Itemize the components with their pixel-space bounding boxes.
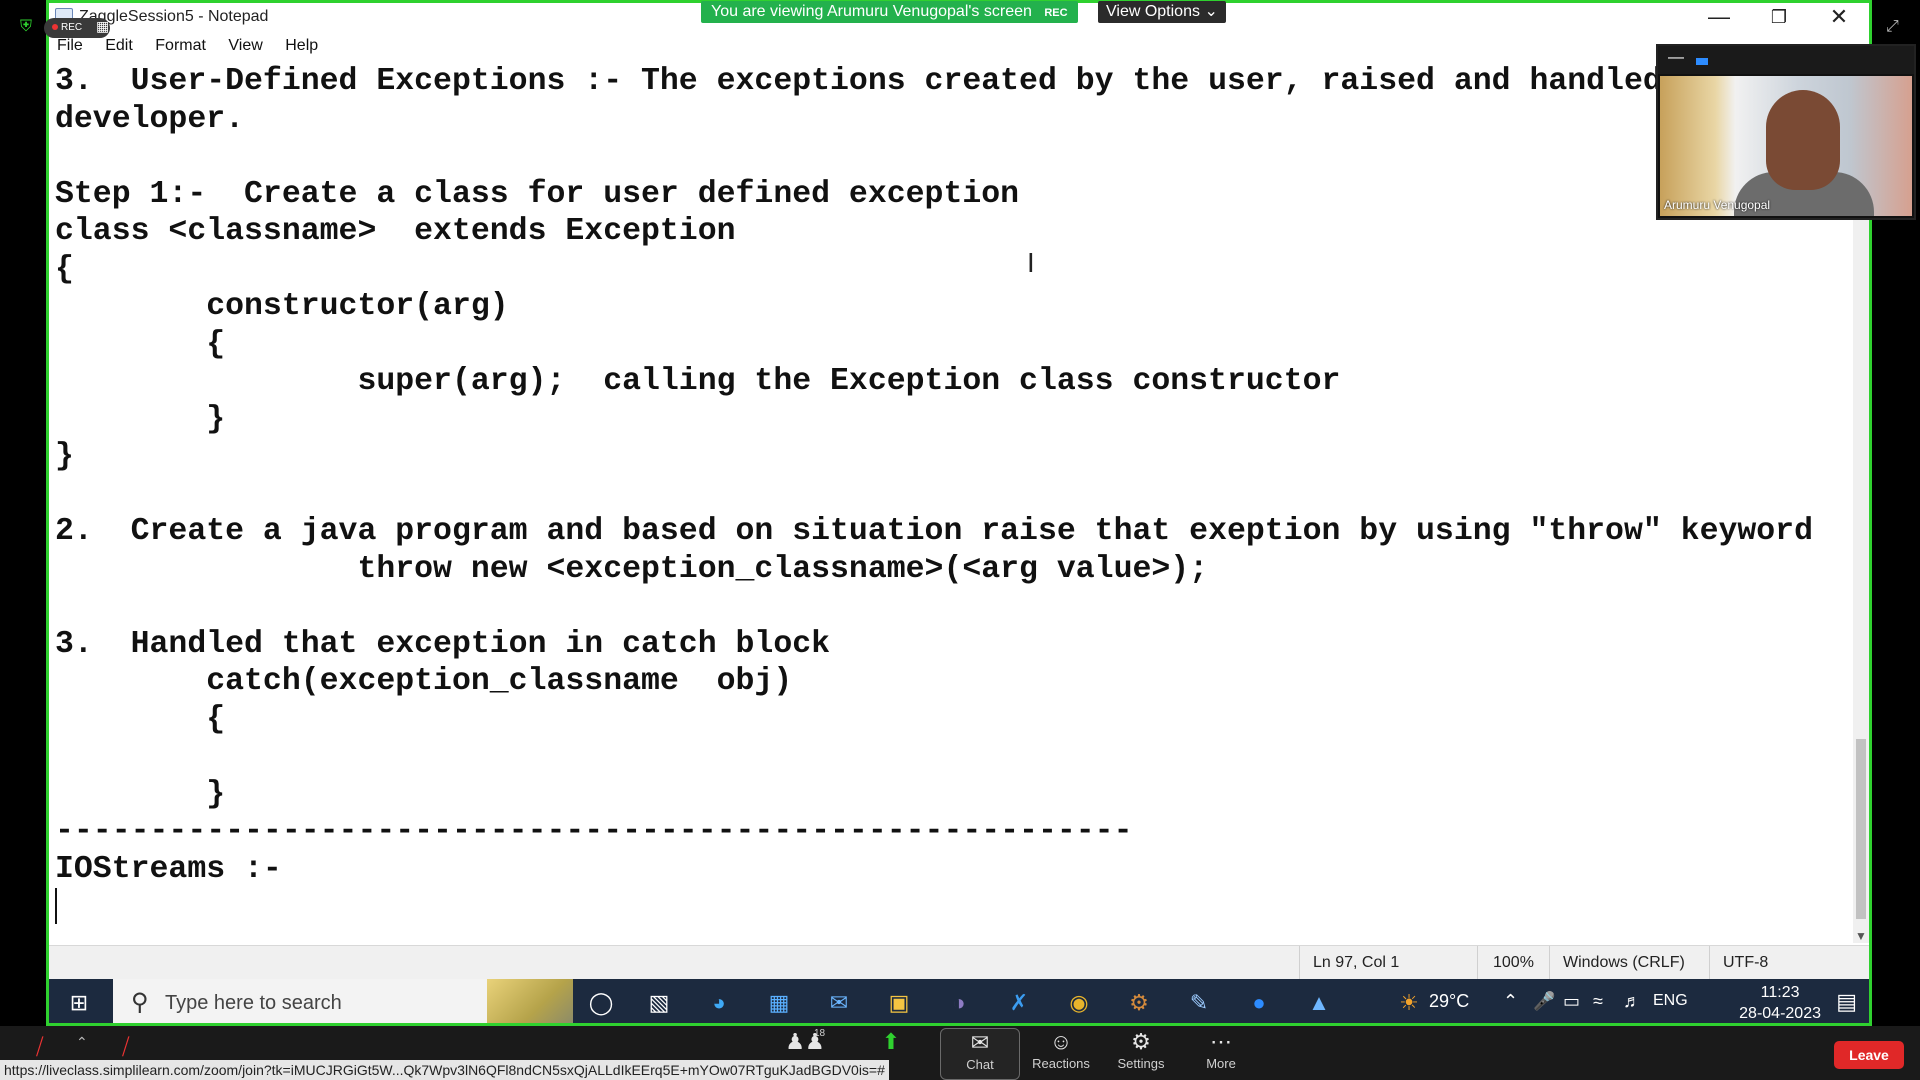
editor-text: 3. User-Defined Exceptions :- The except… [55, 64, 1813, 887]
search-highlight-image [487, 979, 573, 1023]
volume-icon[interactable]: ♬ [1623, 991, 1641, 1023]
clock-date: 28-04-2023 [1739, 1005, 1821, 1022]
minimize-video-icon[interactable]: — [1668, 49, 1684, 67]
video-person-head [1766, 90, 1840, 190]
windows-start-icon[interactable]: ⊞ [63, 987, 95, 1019]
mail-icon[interactable]: ✉ [823, 987, 855, 1019]
video-view-icon[interactable] [1696, 58, 1708, 65]
minimize-button[interactable]: — [1689, 3, 1749, 33]
shared-screen: ZaggleSession5 - Notepad — ❐ ✕ File Edit… [46, 0, 1872, 1026]
menu-format[interactable]: Format [155, 37, 206, 55]
taskbar-search[interactable]: ⚲ Type here to search [113, 979, 573, 1023]
settings-button[interactable]: ⚙ Settings [1106, 1028, 1176, 1078]
shield-icon: ⛨ [20, 18, 33, 35]
text-caret [55, 888, 57, 924]
status-position: Ln 97, Col 1 [1313, 954, 1400, 971]
language-indicator[interactable]: ENG [1653, 992, 1688, 1023]
microphone-icon[interactable]: 🎤 [1533, 991, 1555, 1023]
cortana-icon[interactable]: ◯ [585, 987, 617, 1019]
status-encoding: UTF-8 [1723, 954, 1769, 971]
more-icon: ⋯ [1210, 1029, 1232, 1054]
scroll-down-icon[interactable]: ▼ [1855, 929, 1867, 943]
status-line-ending: Windows (CRLF) [1563, 954, 1685, 971]
notepad-taskbar-icon[interactable]: ✎ [1183, 987, 1215, 1019]
search-icon: ⚲ [131, 989, 149, 1016]
leave-button[interactable]: Leave [1834, 1041, 1904, 1069]
notepad-statusbar: Ln 97, Col 1 100% Windows (CRLF) UTF-8 [49, 945, 1869, 980]
app-icon[interactable]: ⚙ [1123, 987, 1155, 1019]
view-options-label: View Options [1106, 3, 1200, 20]
participant-video[interactable]: — Arumuru Venugopal [1656, 44, 1916, 220]
viewing-text: You are viewing Arumuru Venugopal's scre… [711, 3, 1032, 20]
video-feed: Arumuru Venugopal [1660, 76, 1912, 216]
participant-name: Arumuru Venugopal [1664, 198, 1771, 212]
menu-edit[interactable]: Edit [105, 37, 133, 55]
audio-options-icon[interactable]: ⌃ [76, 1034, 88, 1051]
video-toolbar: — [1658, 46, 1914, 74]
notepad-menubar: File Edit Format View Help [49, 33, 1869, 59]
file-explorer-icon[interactable]: ▣ [883, 987, 915, 1019]
menu-help[interactable]: Help [285, 37, 318, 55]
taskbar-clock[interactable]: 11:23 28-04-2023 [1739, 982, 1821, 1023]
menu-view[interactable]: View [228, 37, 262, 55]
chrome-icon[interactable]: ◉ [1063, 987, 1095, 1019]
more-button[interactable]: ⋯ More [1186, 1028, 1256, 1078]
participants-icon: ♟♟ [785, 1029, 825, 1054]
notifications-icon[interactable]: ▤ [1836, 989, 1857, 1023]
chat-label: Chat [966, 1057, 994, 1072]
mic-muted-icon[interactable]: ⧸ [36, 1034, 43, 1060]
view-options-button[interactable]: View Options ⌄ [1098, 1, 1226, 23]
status-zoom: 100% [1493, 954, 1534, 971]
share-screen-icon: ⬆ [881, 1029, 901, 1054]
chevron-down-icon: ⌄ [1204, 3, 1218, 20]
reactions-button[interactable]: ☺ Reactions [1026, 1028, 1096, 1078]
vscode-icon[interactable]: ✗ [1003, 987, 1035, 1019]
task-view-icon[interactable]: ▧ [643, 987, 675, 1019]
grid-view-icon[interactable]: ▦ [96, 18, 114, 36]
more-label: More [1206, 1056, 1236, 1071]
restore-button[interactable]: ❐ [1749, 3, 1809, 33]
banner-rec-label: REC [1044, 7, 1068, 19]
chat-button[interactable]: ✉ Chat [940, 1028, 1020, 1080]
chevron-up-icon[interactable]: ⌃ [1503, 991, 1518, 1023]
reactions-label: Reactions [1032, 1056, 1090, 1071]
photos-icon[interactable]: ▲ [1303, 987, 1335, 1019]
screen-share-banner: You are viewing Arumuru Venugopal's scre… [701, 1, 1078, 23]
exit-fullscreen-icon[interactable]: ⤢ [1886, 18, 1899, 36]
windows-taskbar: ⊞ ⚲ Type here to search ◯ ▧ ◕ ▦ ✉ ▣ ◑ ✗ … [49, 979, 1869, 1023]
eclipse-icon[interactable]: ◑ [943, 987, 975, 1019]
battery-icon[interactable]: ▭ [1563, 991, 1580, 1023]
search-placeholder: Type here to search [165, 992, 342, 1014]
status-url: https://liveclass.simplilearn.com/zoom/j… [0, 1060, 889, 1080]
ibeam-cursor-icon: I [1027, 249, 1035, 279]
settings-label: Settings [1117, 1056, 1165, 1071]
scrollbar-thumb[interactable] [1856, 739, 1866, 919]
wifi-icon[interactable]: ≈ [1593, 991, 1603, 1023]
text-editor[interactable]: 3. User-Defined Exceptions :- The except… [49, 59, 1853, 929]
temperature: 29°C [1429, 991, 1470, 1011]
clock-time: 11:23 [1760, 984, 1800, 1001]
video-off-icon[interactable]: ⧸ [122, 1034, 129, 1060]
close-button[interactable]: ✕ [1809, 3, 1869, 33]
zoom-icon[interactable]: ● [1243, 987, 1275, 1019]
chat-icon: ✉ [970, 1030, 990, 1055]
weather-icon: ☀ [1399, 990, 1419, 1015]
editor-content[interactable]: 3. User-Defined Exceptions :- The except… [49, 59, 1853, 926]
edge-icon[interactable]: ◕ [703, 987, 735, 1019]
store-icon[interactable]: ▦ [763, 987, 795, 1019]
recording-dot-icon [52, 24, 58, 30]
reactions-icon: ☺ [1049, 1029, 1073, 1054]
gear-icon: ⚙ [1131, 1029, 1151, 1054]
participants-count: 18 [814, 1028, 826, 1039]
menu-file[interactable]: File [57, 37, 83, 55]
rec-label: REC [61, 22, 83, 33]
